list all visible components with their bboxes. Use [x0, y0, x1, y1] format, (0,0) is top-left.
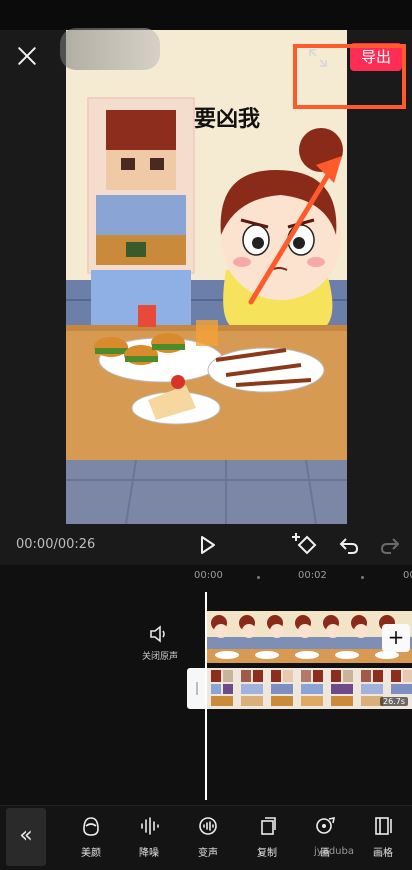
keyframe-button[interactable]: [290, 531, 320, 559]
mute-original-label[interactable]: 关闭原声: [138, 649, 182, 662]
status-bar: [0, 0, 412, 30]
voice-change-icon: [199, 817, 217, 835]
ruler-dot: [361, 576, 364, 579]
tool-copy[interactable]: 复制: [242, 815, 292, 861]
tool-denoise[interactable]: 降噪: [124, 815, 174, 861]
timecode: 00:00/00:26: [16, 537, 96, 552]
tool-label: 降噪: [139, 848, 159, 859]
tool-label: 画格: [373, 848, 393, 859]
ruler-time-0: 00:00: [194, 570, 223, 581]
face-icon: [83, 817, 99, 836]
collapse-toolbar-button[interactable]: «: [6, 808, 46, 866]
tool-label: 复制: [257, 848, 277, 859]
copy-icon: [261, 817, 276, 835]
undo-icon: [339, 538, 359, 554]
ruler-time-2: 00: [403, 570, 412, 581]
highlight-annotation: [293, 44, 406, 109]
close-button[interactable]: [14, 42, 42, 70]
add-clip-button[interactable]: +: [382, 624, 410, 652]
waveform-icon: [141, 817, 159, 835]
frame-icon: [375, 817, 392, 835]
ruler-dot: [257, 576, 260, 579]
tool-beauty[interactable]: 美颜: [66, 815, 116, 861]
play-button[interactable]: [196, 534, 218, 556]
tool-voice-change[interactable]: 变声: [183, 815, 233, 861]
overlay-duration: 26.7s: [380, 697, 408, 706]
undo-button[interactable]: [338, 534, 360, 556]
playhead[interactable]: [205, 592, 207, 800]
picture-icon: [316, 816, 336, 834]
overlay-trim-handle[interactable]: [187, 668, 207, 709]
watermark: jyaduba: [314, 846, 354, 857]
blurred-overlay: [60, 28, 160, 70]
tool-label: 变声: [198, 848, 218, 859]
preview-caption: 要凶我: [194, 107, 260, 132]
redo-icon: [380, 538, 400, 554]
ruler-time-1: 00:02: [298, 570, 327, 581]
keyframe-icon: [292, 533, 317, 555]
tool-label: 美颜: [81, 848, 101, 859]
play-icon: [201, 536, 215, 554]
tool-frame[interactable]: 画格: [358, 815, 408, 861]
redo-button[interactable]: [379, 534, 401, 556]
speaker-icon[interactable]: [148, 624, 168, 644]
